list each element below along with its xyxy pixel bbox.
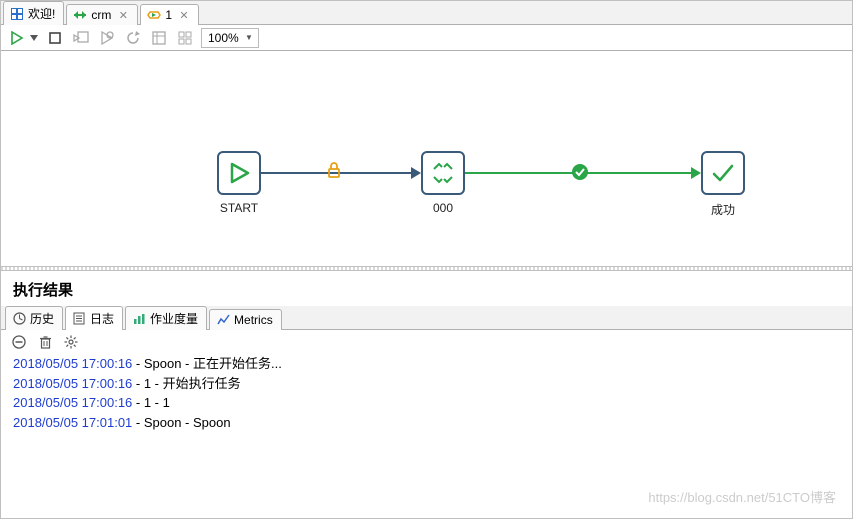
tab-label: 日志 bbox=[90, 310, 114, 327]
job-icon bbox=[147, 8, 161, 22]
node-label: START bbox=[211, 201, 267, 215]
sql-button[interactable] bbox=[149, 28, 169, 48]
tab-label: 欢迎! bbox=[28, 5, 55, 22]
tab-crm[interactable]: crm ✕ bbox=[66, 4, 138, 25]
log-timestamp: 2018/05/05 17:00:16 bbox=[13, 376, 132, 391]
tab-job-metrics[interactable]: 作业度量 bbox=[125, 306, 207, 330]
grid-icon bbox=[10, 7, 24, 21]
connector bbox=[261, 169, 421, 183]
log-toolbar bbox=[1, 330, 852, 352]
run-button[interactable] bbox=[7, 28, 27, 48]
watermark: https://blog.csdn.net/51CTO博客 bbox=[648, 487, 836, 506]
replay-button[interactable] bbox=[123, 28, 143, 48]
tab-1[interactable]: 1 ✕ bbox=[140, 4, 199, 25]
tab-label: crm bbox=[91, 8, 111, 22]
impact-button[interactable] bbox=[175, 28, 195, 48]
node-label: 成功 bbox=[701, 201, 745, 218]
tab-history[interactable]: 历史 bbox=[5, 306, 63, 330]
log-message: - Spoon - 正在开始任务... bbox=[132, 356, 282, 371]
results-tabs: 历史 日志 作业度量 Metrics bbox=[1, 306, 852, 330]
log-line: 2018/05/05 17:00:16 - 1 - 开始执行任务 bbox=[13, 374, 840, 394]
settings-button[interactable] bbox=[63, 334, 79, 350]
tab-label: 作业度量 bbox=[150, 310, 198, 327]
node-start[interactable] bbox=[217, 151, 261, 195]
log-message: - Spoon - Spoon bbox=[132, 415, 230, 430]
clear-log-button[interactable] bbox=[11, 334, 27, 350]
log-timestamp: 2018/05/05 17:01:01 bbox=[13, 415, 132, 430]
zoom-selector[interactable]: 100% ▼ bbox=[201, 28, 259, 48]
tab-log[interactable]: 日志 bbox=[65, 306, 123, 330]
transformation-icon bbox=[73, 8, 87, 22]
log-line: 2018/05/05 17:00:16 - 1 - 1 bbox=[13, 393, 840, 413]
metrics-icon bbox=[216, 313, 230, 327]
log-message: - 1 - 1 bbox=[132, 395, 170, 410]
results-title: 执行结果 bbox=[1, 271, 852, 306]
log-line: 2018/05/05 17:00:16 - Spoon - 正在开始任务... bbox=[13, 354, 840, 374]
stop-button[interactable] bbox=[45, 28, 65, 48]
node-label: 000 bbox=[421, 201, 465, 215]
bars-icon bbox=[132, 312, 146, 326]
run-dropdown-icon[interactable] bbox=[29, 28, 39, 48]
preview-button[interactable] bbox=[71, 28, 91, 48]
log-line: 2018/05/05 17:01:01 - Spoon - Spoon bbox=[13, 413, 840, 433]
log-timestamp: 2018/05/05 17:00:16 bbox=[13, 395, 132, 410]
log-icon bbox=[72, 312, 86, 326]
zoom-value: 100% bbox=[208, 31, 242, 45]
log-timestamp: 2018/05/05 17:00:16 bbox=[13, 356, 132, 371]
tab-label: 1 bbox=[165, 8, 172, 22]
debug-button[interactable] bbox=[97, 28, 117, 48]
checkmark-badge-icon bbox=[571, 163, 589, 184]
tab-label: 历史 bbox=[30, 310, 54, 327]
log-message: - 1 - 开始执行任务 bbox=[132, 376, 240, 391]
close-icon[interactable]: ✕ bbox=[178, 9, 190, 21]
tab-label: Metrics bbox=[234, 313, 273, 327]
tab-welcome[interactable]: 欢迎! bbox=[3, 1, 64, 25]
node-middle[interactable] bbox=[421, 151, 465, 195]
node-end[interactable] bbox=[701, 151, 745, 195]
job-canvas[interactable]: START 000 成功 bbox=[1, 51, 852, 266]
close-icon[interactable]: ✕ bbox=[117, 9, 129, 21]
log-output: 2018/05/05 17:00:16 - Spoon - 正在开始任务... … bbox=[1, 352, 852, 434]
editor-tabs: 欢迎! crm ✕ 1 ✕ bbox=[1, 1, 852, 25]
canvas-toolbar: 100% ▼ bbox=[1, 25, 852, 51]
chevron-down-icon: ▼ bbox=[242, 33, 256, 42]
lock-icon bbox=[327, 162, 341, 181]
tab-metrics[interactable]: Metrics bbox=[209, 309, 282, 330]
history-icon bbox=[12, 312, 26, 326]
trash-button[interactable] bbox=[37, 334, 53, 350]
